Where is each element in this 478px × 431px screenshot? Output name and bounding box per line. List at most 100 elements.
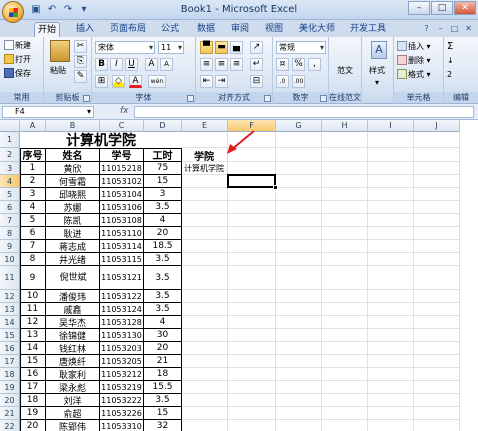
align-bottom-icon[interactable]: ▄: [230, 41, 243, 54]
row-header-7[interactable]: 7: [0, 214, 20, 227]
row-header-20[interactable]: 20: [0, 394, 20, 407]
cell[interactable]: [182, 394, 228, 407]
table-cell[interactable]: 12: [20, 316, 46, 329]
row-header-17[interactable]: 17: [0, 355, 20, 368]
autosum-button[interactable]: Σ: [447, 41, 453, 52]
cell[interactable]: [322, 132, 368, 148]
table-cell[interactable]: 2: [20, 175, 46, 188]
table-cell[interactable]: 20: [144, 227, 182, 240]
cell[interactable]: [368, 342, 414, 355]
align-left-icon[interactable]: ≡: [200, 58, 213, 71]
sheet-title[interactable]: 计算机学院: [20, 132, 182, 149]
table-cell[interactable]: 何雪霜: [46, 175, 100, 188]
cell[interactable]: [322, 175, 368, 188]
row-header-16[interactable]: 16: [0, 342, 20, 355]
underline-button[interactable]: U: [125, 58, 138, 71]
cell[interactable]: [368, 303, 414, 316]
paste-label[interactable]: 粘贴: [50, 65, 66, 76]
formula-input[interactable]: [134, 106, 474, 118]
table-cell[interactable]: 20: [144, 342, 182, 355]
table-cell[interactable]: [46, 420, 100, 431]
wrap-text-icon[interactable]: ↵: [250, 58, 263, 71]
table-cell[interactable]: 16: [20, 368, 46, 381]
table-cell[interactable]: 11053115: [100, 253, 144, 266]
cell[interactable]: [368, 214, 414, 227]
table-cell[interactable]: [20, 420, 46, 431]
cell[interactable]: [276, 290, 322, 303]
styles-button[interactable]: 样式: [369, 65, 385, 76]
table-cell[interactable]: 耿进: [46, 227, 100, 240]
cell[interactable]: [322, 420, 368, 431]
row-header-12[interactable]: 12: [0, 290, 20, 303]
cell[interactable]: [228, 342, 276, 355]
table-cell[interactable]: 1: [20, 162, 46, 175]
cell[interactable]: [228, 266, 276, 290]
cell[interactable]: [276, 342, 322, 355]
table-cell[interactable]: 13: [20, 329, 46, 342]
row-header-14[interactable]: 14: [0, 316, 20, 329]
cell[interactable]: [322, 214, 368, 227]
cell[interactable]: [182, 420, 228, 431]
row-header-6[interactable]: 6: [0, 201, 20, 214]
table-cell[interactable]: 75: [144, 162, 182, 175]
merge-center-icon[interactable]: ⊟: [250, 75, 263, 88]
cell[interactable]: [414, 162, 460, 175]
cell[interactable]: [414, 148, 460, 162]
table-cell[interactable]: 18.5: [144, 240, 182, 253]
cell[interactable]: [322, 407, 368, 420]
cell[interactable]: [276, 303, 322, 316]
table-cell[interactable]: 19: [20, 407, 46, 420]
cell[interactable]: [368, 227, 414, 240]
font-name-select[interactable]: 宋体: [95, 41, 155, 54]
tab-beautify[interactable]: 美化大师: [297, 22, 337, 37]
open-button[interactable]: 打开: [4, 54, 31, 65]
cell[interactable]: [276, 394, 322, 407]
cut-icon[interactable]: ✂: [74, 40, 87, 53]
fanwen-button[interactable]: 范文: [337, 65, 353, 76]
number-format-select[interactable]: 常规: [276, 41, 326, 54]
cell[interactable]: [322, 381, 368, 394]
column-header-i[interactable]: I: [368, 120, 414, 132]
cell[interactable]: [368, 175, 414, 188]
select-all-corner[interactable]: [0, 120, 20, 132]
table-cell[interactable]: 3.5: [144, 253, 182, 266]
cell[interactable]: [276, 201, 322, 214]
table-cell[interactable]: 吴华杰: [46, 316, 100, 329]
row-header-3[interactable]: 3: [0, 162, 20, 175]
cell[interactable]: [414, 175, 460, 188]
table-cell[interactable]: 11053108: [100, 214, 144, 227]
table-cell[interactable]: 蒋志成: [46, 240, 100, 253]
cell[interactable]: [276, 368, 322, 381]
table-cell[interactable]: 8: [20, 253, 46, 266]
cell[interactable]: [414, 227, 460, 240]
table-cell[interactable]: 11053102: [100, 175, 144, 188]
column-header-a[interactable]: A: [20, 120, 46, 132]
ribbon-close-icon[interactable]: ✕: [463, 23, 474, 34]
cell[interactable]: [276, 188, 322, 201]
tab-data[interactable]: 数据: [194, 22, 218, 37]
table-cell[interactable]: 11053128: [100, 316, 144, 329]
font-launcher-icon[interactable]: [187, 95, 194, 102]
increase-indent-icon[interactable]: ⇥: [215, 75, 228, 88]
table-cell[interactable]: 10: [20, 290, 46, 303]
column-header-g[interactable]: G: [276, 120, 322, 132]
table-cell[interactable]: 唐焕纤: [46, 355, 100, 368]
table-cell[interactable]: 3.5: [144, 394, 182, 407]
cell[interactable]: [414, 329, 460, 342]
table-cell[interactable]: 11053205: [100, 355, 144, 368]
increase-decimal-icon[interactable]: .0: [276, 75, 289, 88]
cell[interactable]: [368, 253, 414, 266]
table-cell[interactable]: 15: [144, 175, 182, 188]
row-header-8[interactable]: 8: [0, 227, 20, 240]
save-file-button[interactable]: 保存: [4, 68, 31, 79]
font-color-button[interactable]: A: [129, 75, 142, 88]
cell[interactable]: [276, 329, 322, 342]
cell[interactable]: [276, 132, 322, 148]
cell[interactable]: [276, 420, 322, 431]
table-cell[interactable]: 11053219: [100, 381, 144, 394]
cell[interactable]: [414, 188, 460, 201]
cell[interactable]: [228, 355, 276, 368]
cell[interactable]: [228, 188, 276, 201]
spreadsheet-grid[interactable]: A B C D E F G H I J 1 2 3 4 5 6 7 8 9 10 11 12 13 14 15 16 17 18 19 2…: [0, 120, 478, 431]
cell[interactable]: [182, 214, 228, 227]
